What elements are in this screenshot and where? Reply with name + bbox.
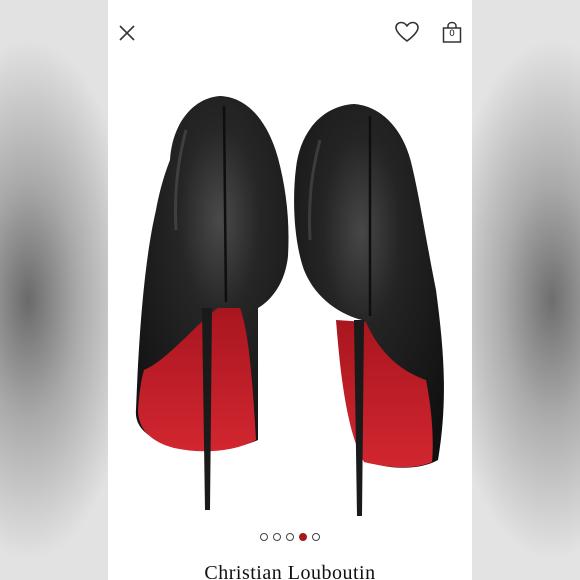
favorite-button[interactable] xyxy=(394,20,420,44)
carousel-dot-2[interactable] xyxy=(273,533,281,541)
app-screen: 0 Christian Louboutin xyxy=(108,0,472,580)
carousel-dot-4-active[interactable] xyxy=(299,533,307,541)
shopping-bag-button[interactable]: 0 xyxy=(440,20,464,44)
product-brand[interactable]: Christian Louboutin xyxy=(108,562,472,580)
carousel-dot-1[interactable] xyxy=(260,533,268,541)
image-carousel-dots xyxy=(108,533,472,547)
carousel-dot-3[interactable] xyxy=(286,533,294,541)
background-left-blur xyxy=(0,0,108,580)
close-icon xyxy=(119,25,135,41)
background-right-blur xyxy=(472,0,580,580)
top-bar: 0 xyxy=(108,0,472,64)
bag-count: 0 xyxy=(449,29,455,39)
heart-icon xyxy=(395,21,419,42)
carousel-dot-5[interactable] xyxy=(312,533,320,541)
product-photo-graphic xyxy=(135,96,444,516)
product-photo[interactable] xyxy=(108,70,472,520)
close-button[interactable] xyxy=(116,22,138,44)
